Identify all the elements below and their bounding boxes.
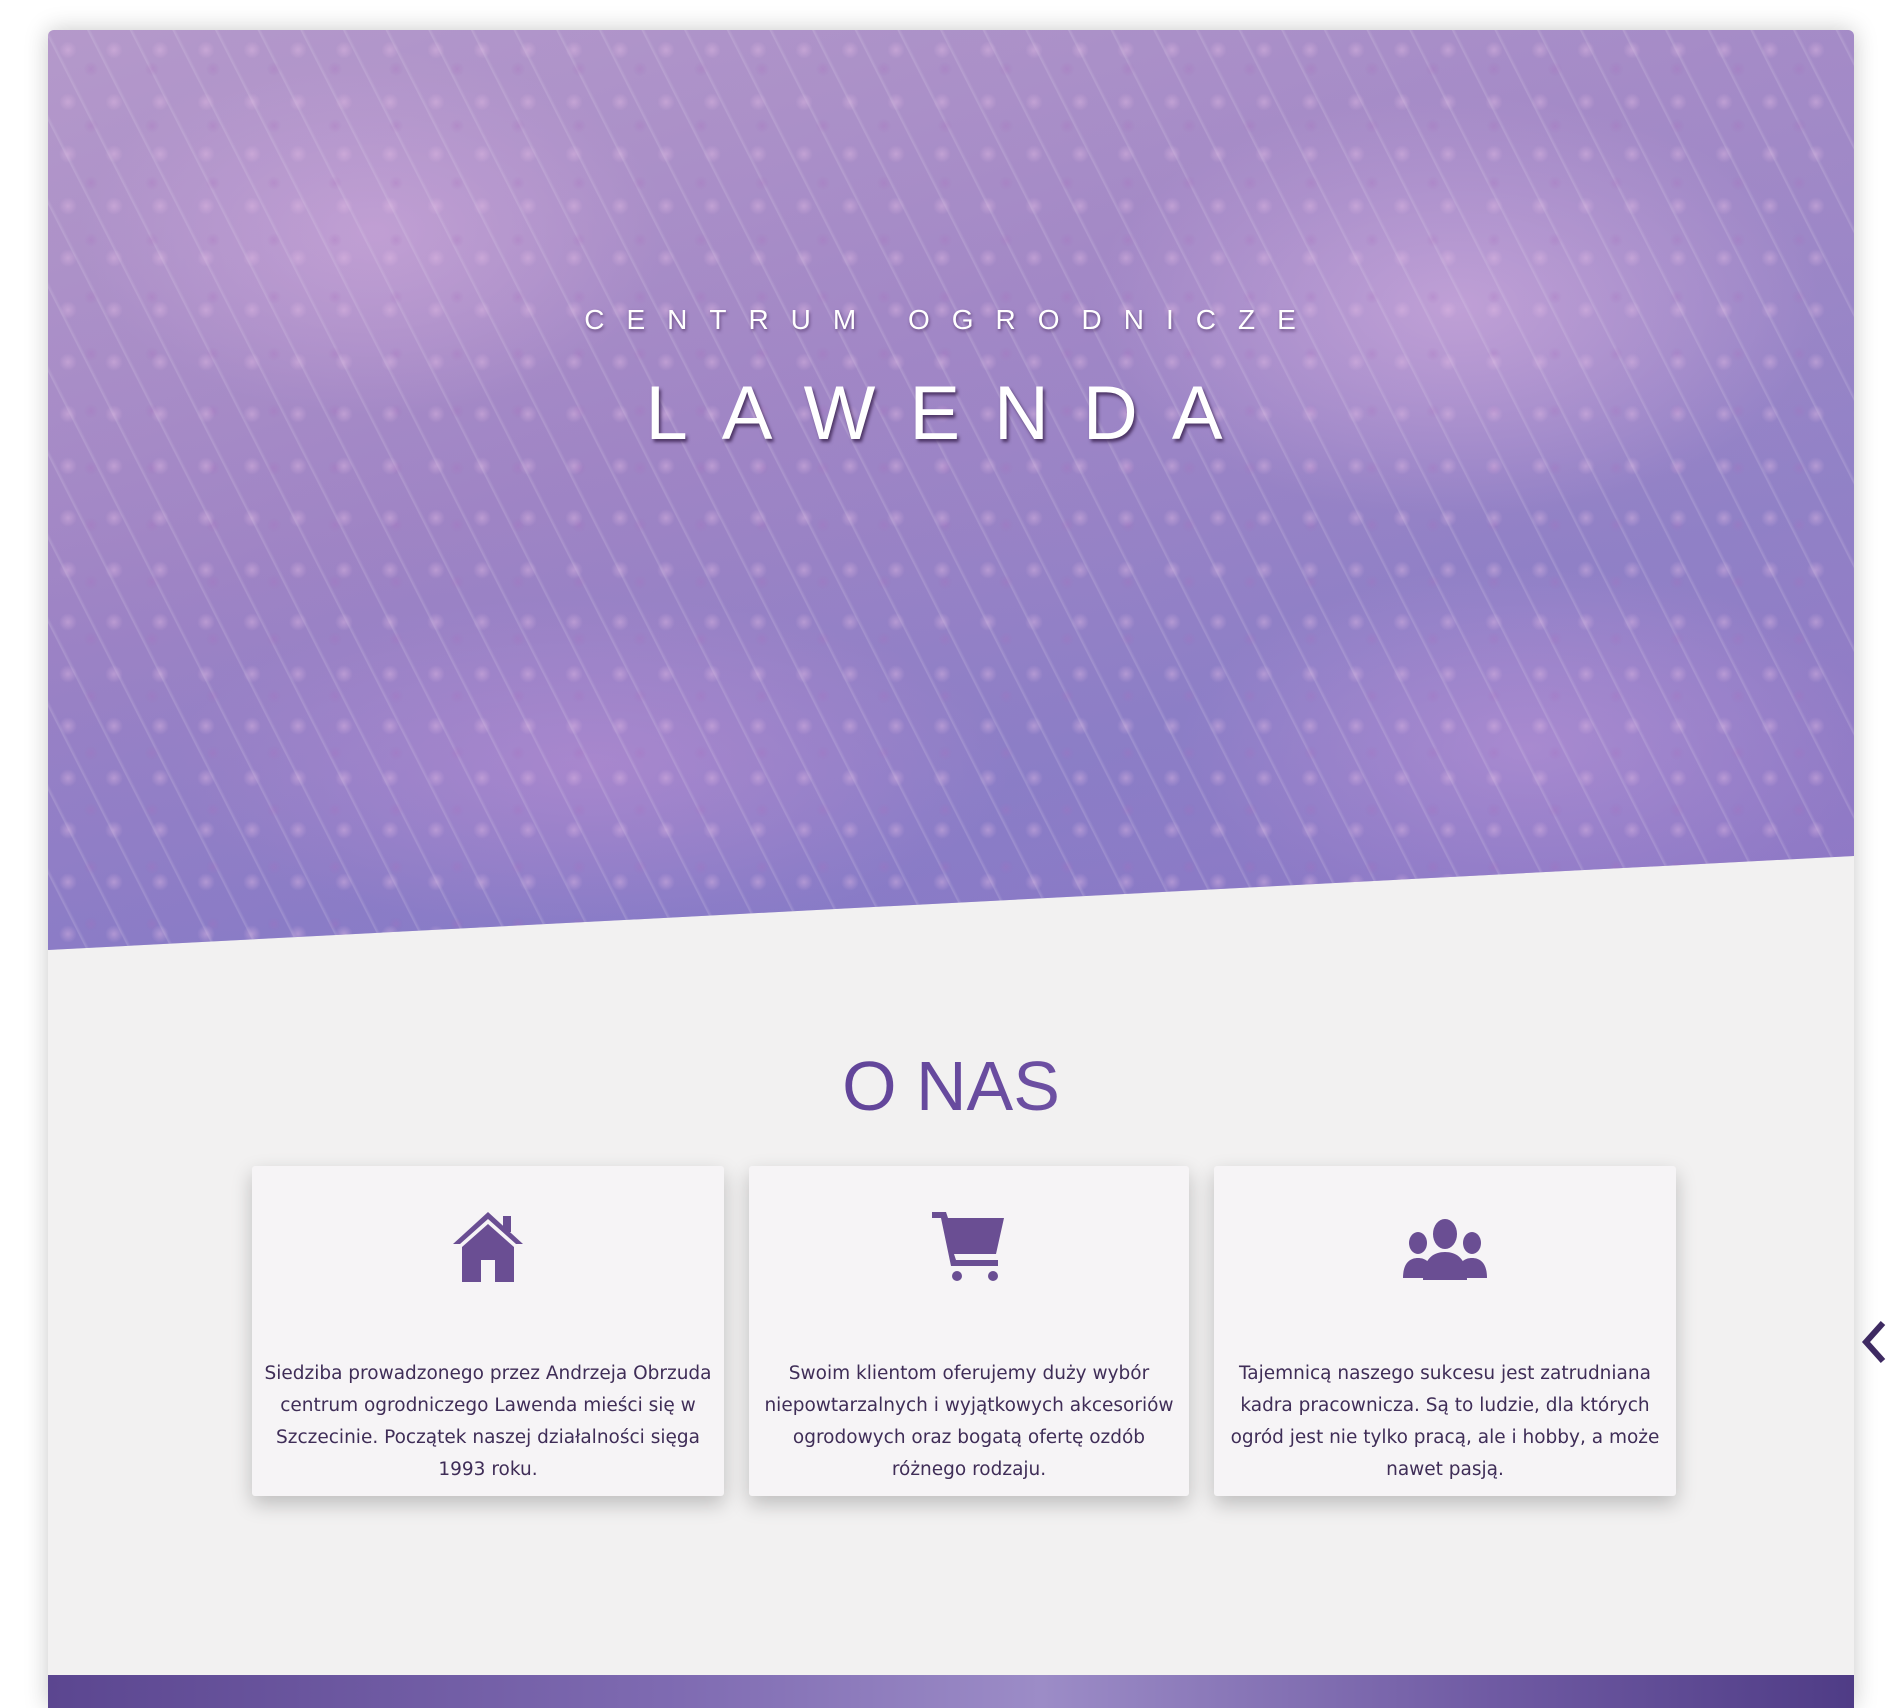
about-card-text: Tajemnicą naszego sukcesu jest zatrudnia…: [1230, 1363, 1660, 1480]
lavender-blooms-pattern: [48, 30, 1854, 950]
home-icon: [252, 1210, 724, 1284]
hero-subtitle: CENTRUM OGRODNICZE: [584, 304, 1318, 335]
chevron-left-icon[interactable]: [1858, 1316, 1890, 1368]
about-card-team: Tajemnicą naszego sukcesu jest zatrudnia…: [1214, 1166, 1676, 1496]
about-section-title: O NAS: [48, 1040, 1854, 1132]
next-section-preview: [48, 1675, 1854, 1708]
users-icon: [1214, 1210, 1676, 1284]
about-card-offer: Swoim klientom oferujemy duży wybór niep…: [749, 1166, 1189, 1496]
hero-title: LAWENDA: [645, 371, 1257, 456]
page-container: CENTRUM OGRODNICZE LAWENDA O NAS Siedzib…: [48, 30, 1854, 1708]
about-card-headquarters: Siedziba prowadzonego przez Andrzeja Obr…: [252, 1166, 724, 1496]
hero-banner: CENTRUM OGRODNICZE LAWENDA: [48, 30, 1854, 950]
about-card-text: Swoim klientom oferujemy duży wybór niep…: [764, 1363, 1174, 1480]
about-card-text: Siedziba prowadzonego przez Andrzeja Obr…: [264, 1363, 712, 1480]
cart-icon: [749, 1210, 1189, 1284]
